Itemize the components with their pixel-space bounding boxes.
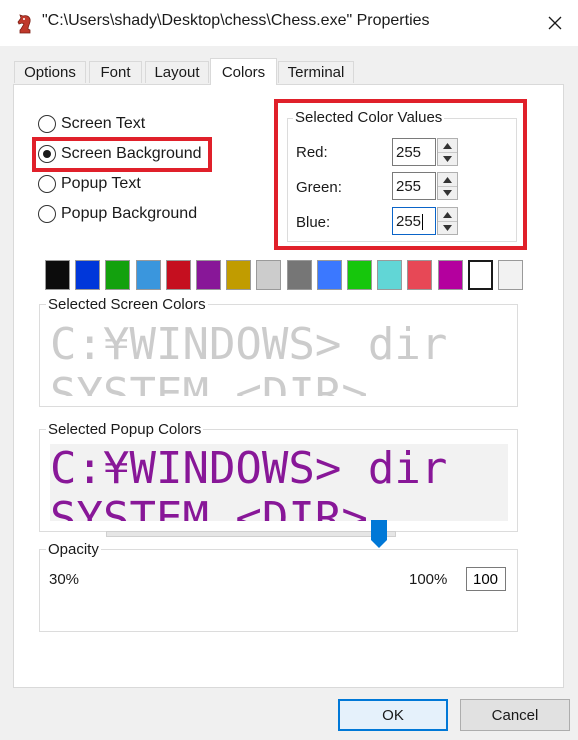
- preview-line: SYSTEM <DIR>: [50, 369, 368, 397]
- popup-colors-preview: C:¥WINDOWS> dir SYSTEM <DIR>: [50, 444, 508, 521]
- color-swatch[interactable]: [287, 260, 312, 290]
- radio-label: Popup Text: [61, 175, 141, 192]
- color-swatch[interactable]: [256, 260, 281, 290]
- radio-button[interactable]: [38, 175, 56, 193]
- opacity-min-label: 30%: [49, 571, 80, 588]
- opacity-slider-thumb[interactable]: [371, 520, 387, 548]
- chess-knight-icon: [17, 14, 31, 34]
- color-swatch[interactable]: [347, 260, 372, 290]
- color-swatch[interactable]: [317, 260, 342, 290]
- group-legend: Selected Screen Colors: [46, 296, 208, 313]
- opacity-group: [39, 549, 518, 632]
- color-swatch[interactable]: [136, 260, 161, 290]
- close-icon: [548, 16, 562, 30]
- opacity-value-field[interactable]: 100: [466, 567, 506, 591]
- window-title: "C:\Users\shady\Desktop\chess\Chess.exe"…: [42, 12, 430, 29]
- color-swatch[interactable]: [498, 260, 523, 290]
- radio-label: Screen Text: [61, 115, 146, 132]
- cancel-button[interactable]: Cancel: [460, 699, 570, 731]
- ok-button[interactable]: OK: [338, 699, 448, 731]
- radio-label: Popup Background: [61, 205, 198, 222]
- tab-terminal[interactable]: Terminal: [278, 61, 354, 83]
- radio-button[interactable]: [38, 205, 56, 223]
- opacity-slider-track[interactable]: [106, 531, 396, 537]
- preview-line: C:¥WINDOWS> dir: [50, 320, 448, 370]
- highlight-box-screen-background: [32, 137, 212, 172]
- color-swatch[interactable]: [407, 260, 432, 290]
- radio-screen-text[interactable]: Screen Text: [38, 112, 145, 136]
- close-button[interactable]: [532, 0, 578, 46]
- tab-colors[interactable]: Colors: [210, 58, 277, 85]
- color-swatch[interactable]: [377, 260, 402, 290]
- tab-layout[interactable]: Layout: [145, 61, 209, 83]
- color-swatch[interactable]: [196, 260, 221, 290]
- group-legend: Selected Popup Colors: [46, 421, 204, 438]
- color-swatch[interactable]: [75, 260, 100, 290]
- color-swatch[interactable]: [166, 260, 191, 290]
- color-swatch[interactable]: [45, 260, 70, 290]
- color-swatch[interactable]: [438, 260, 463, 290]
- color-swatch[interactable]: [226, 260, 251, 290]
- radio-popup-background[interactable]: Popup Background: [38, 202, 197, 226]
- preview-line: C:¥WINDOWS> dir: [50, 444, 448, 494]
- color-swatch[interactable]: [105, 260, 130, 290]
- highlight-box-color-values: [274, 99, 527, 250]
- color-swatch[interactable]: [468, 260, 493, 290]
- radio-popup-text[interactable]: Popup Text: [38, 172, 141, 196]
- tab-font[interactable]: Font: [89, 61, 142, 83]
- screen-colors-preview: C:¥WINDOWS> dir SYSTEM <DIR>: [50, 320, 508, 396]
- radio-button[interactable]: [38, 115, 56, 133]
- opacity-max-label: 100%: [409, 571, 448, 588]
- group-legend: Opacity: [46, 541, 101, 558]
- tab-options[interactable]: Options: [14, 61, 86, 83]
- title-bar: "C:\Users\shady\Desktop\chess\Chess.exe"…: [0, 0, 578, 46]
- preview-line: SYSTEM <DIR>: [50, 493, 368, 522]
